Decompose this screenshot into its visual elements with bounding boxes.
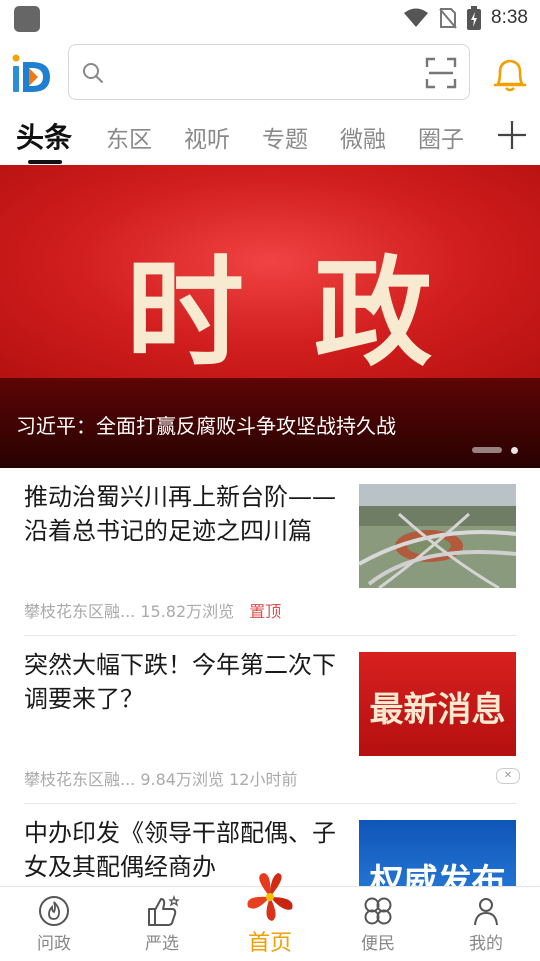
search-bar[interactable] <box>68 44 470 100</box>
tab-audio-video[interactable]: 视听 <box>184 120 230 154</box>
news-feed: 推动治蜀兴川再上新台阶——沿着总书记的足迹之四川篇 攀枝花东区融... 15.8… <box>0 468 540 886</box>
status-right: 8:38 <box>403 6 528 30</box>
news-views: 15.82万浏览 <box>140 602 235 621</box>
nav-item-services[interactable]: 便民 <box>324 887 432 961</box>
tab-topics[interactable]: 专题 <box>262 120 308 154</box>
nav-label: 首页 <box>247 931 292 956</box>
dismiss-icon[interactable]: ✕ <box>496 768 520 784</box>
nav-item-inquiry[interactable]: 问政 <box>0 887 108 961</box>
scan-icon[interactable] <box>425 57 457 89</box>
nav-label: 严选 <box>145 934 179 954</box>
banner-background <box>0 165 540 380</box>
battery-icon <box>467 6 482 30</box>
channel-tabs: 头条 东区 视听 专题 微融 圈子 <box>0 112 540 164</box>
status-bar: 8:38 <box>0 0 540 36</box>
news-thumbnail-authority[interactable]: 权威发布 <box>359 820 516 886</box>
nav-item-selection[interactable]: 严选 <box>108 887 216 961</box>
user-icon <box>474 898 498 926</box>
app-notification-icon <box>14 6 40 32</box>
tab-headlines[interactable]: 头条 <box>16 116 72 156</box>
banner-title-char-2: 政 <box>314 243 433 382</box>
wifi-icon <box>404 8 429 27</box>
clover-icon <box>364 897 392 925</box>
news-thumbnail-latest[interactable]: 最新消息 <box>359 652 516 756</box>
nav-label: 便民 <box>361 934 395 954</box>
carousel-indicator-inactive <box>472 447 502 453</box>
carousel-indicator-active <box>511 447 518 454</box>
news-meta: 攀枝花东区融... 9.84万浏览 12小时前 <box>24 766 297 790</box>
bell-icon[interactable] <box>490 56 530 92</box>
flame-circle-icon <box>39 896 69 926</box>
news-thumbnail-interchange[interactable] <box>359 484 516 588</box>
news-title[interactable]: 突然大幅下跌！今年第二次下调要来了？ <box>24 648 344 716</box>
news-title[interactable]: 推动治蜀兴川再上新台阶——沿着总书记的足迹之四川篇 <box>24 480 344 548</box>
nav-item-home[interactable]: 首页 <box>216 873 324 961</box>
search-input[interactable] <box>113 55 417 91</box>
banner-title-char-1: 时 <box>126 243 245 382</box>
tab-circles[interactable]: 圈子 <box>418 120 464 154</box>
status-time: 8:38 <box>491 7 528 28</box>
nav-label: 问政 <box>37 934 71 954</box>
banner-carousel[interactable]: 时 政 习近平：全面打赢反腐败斗争攻坚战持久战 <box>0 165 540 468</box>
kapok-flower-icon <box>247 873 293 921</box>
nav-label: 我的 <box>469 934 503 954</box>
news-item[interactable]: 推动治蜀兴川再上新台阶——沿着总书记的足迹之四川篇 攀枝花东区融... 15.8… <box>0 468 540 636</box>
header <box>0 36 540 110</box>
thumbnail-text: 权威发布 <box>369 862 506 886</box>
no-sim-icon <box>439 8 457 29</box>
thumbs-up-icon <box>148 895 180 926</box>
news-source: 攀枝花东区融... <box>24 770 136 789</box>
news-item[interactable]: 突然大幅下跌！今年第二次下调要来了？ 攀枝花东区融... 9.84万浏览 12小… <box>0 636 540 804</box>
tab-east-district[interactable]: 东区 <box>106 120 152 154</box>
add-channel-icon[interactable] <box>495 118 529 152</box>
search-icon <box>83 63 103 83</box>
app-logo[interactable] <box>10 52 52 96</box>
news-time: 12小时前 <box>229 770 298 789</box>
tab-micro-media[interactable]: 微融 <box>340 120 386 154</box>
news-meta: 攀枝花东区融... 15.82万浏览 置顶 <box>24 598 281 622</box>
bottom-navigation: 问政 严选 首页 便民 我的 <box>0 873 540 961</box>
news-source: 攀枝花东区融... <box>24 602 136 621</box>
nav-item-profile[interactable]: 我的 <box>432 887 540 961</box>
pinned-tag: 置顶 <box>249 602 282 621</box>
tab-active-indicator <box>28 160 62 164</box>
banner-caption[interactable]: 习近平：全面打赢反腐败斗争攻坚战持久战 <box>16 410 396 439</box>
news-views: 9.84万浏览 <box>140 770 224 789</box>
thumbnail-text: 最新消息 <box>369 690 506 730</box>
